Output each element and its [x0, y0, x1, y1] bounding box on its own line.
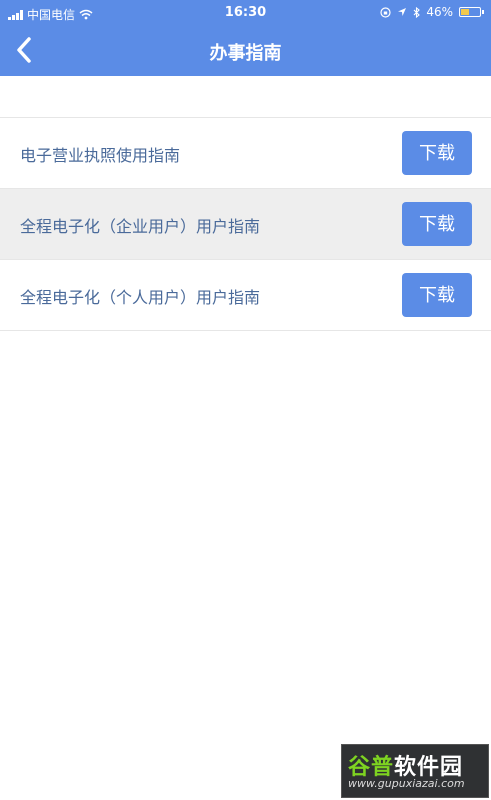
download-button[interactable]: 下载 — [402, 131, 472, 175]
bluetooth-icon — [413, 6, 421, 18]
guide-row-individual: 全程电子化（个人用户）用户指南 下载 — [0, 260, 491, 331]
watermark-logo: 谷普软件园 www.gupuxiazai.com — [341, 744, 489, 798]
guide-label: 全程电子化（企业用户）用户指南 — [20, 217, 261, 236]
status-bar: 中国电信 16:30 46% — [0, 0, 491, 26]
battery-icon — [459, 7, 484, 17]
guide-list: 电子营业执照使用指南 下载 全程电子化（企业用户）用户指南 下载 全程电子化（个… — [0, 117, 491, 331]
guide-label: 电子营业执照使用指南 — [20, 146, 181, 165]
battery-percent: 46% — [426, 5, 453, 19]
status-right: 46% — [380, 5, 484, 19]
top-bar: 中国电信 16:30 46% 办事指南 — [0, 0, 491, 76]
download-button[interactable]: 下载 — [402, 273, 472, 317]
lock-rotation-icon — [380, 6, 391, 18]
location-icon — [398, 8, 407, 16]
guide-row-enterprise: 全程电子化（企业用户）用户指南 下载 — [0, 189, 491, 260]
guide-label: 全程电子化（个人用户）用户指南 — [20, 288, 261, 307]
guide-row-business-license: 电子营业执照使用指南 下载 — [0, 118, 491, 189]
page-title: 办事指南 — [209, 43, 282, 64]
download-button[interactable]: 下载 — [402, 202, 472, 246]
watermark-url: www.gupuxiazai.com — [348, 777, 465, 790]
battery-level — [461, 9, 469, 15]
nav-bar: 办事指南 — [0, 26, 491, 76]
